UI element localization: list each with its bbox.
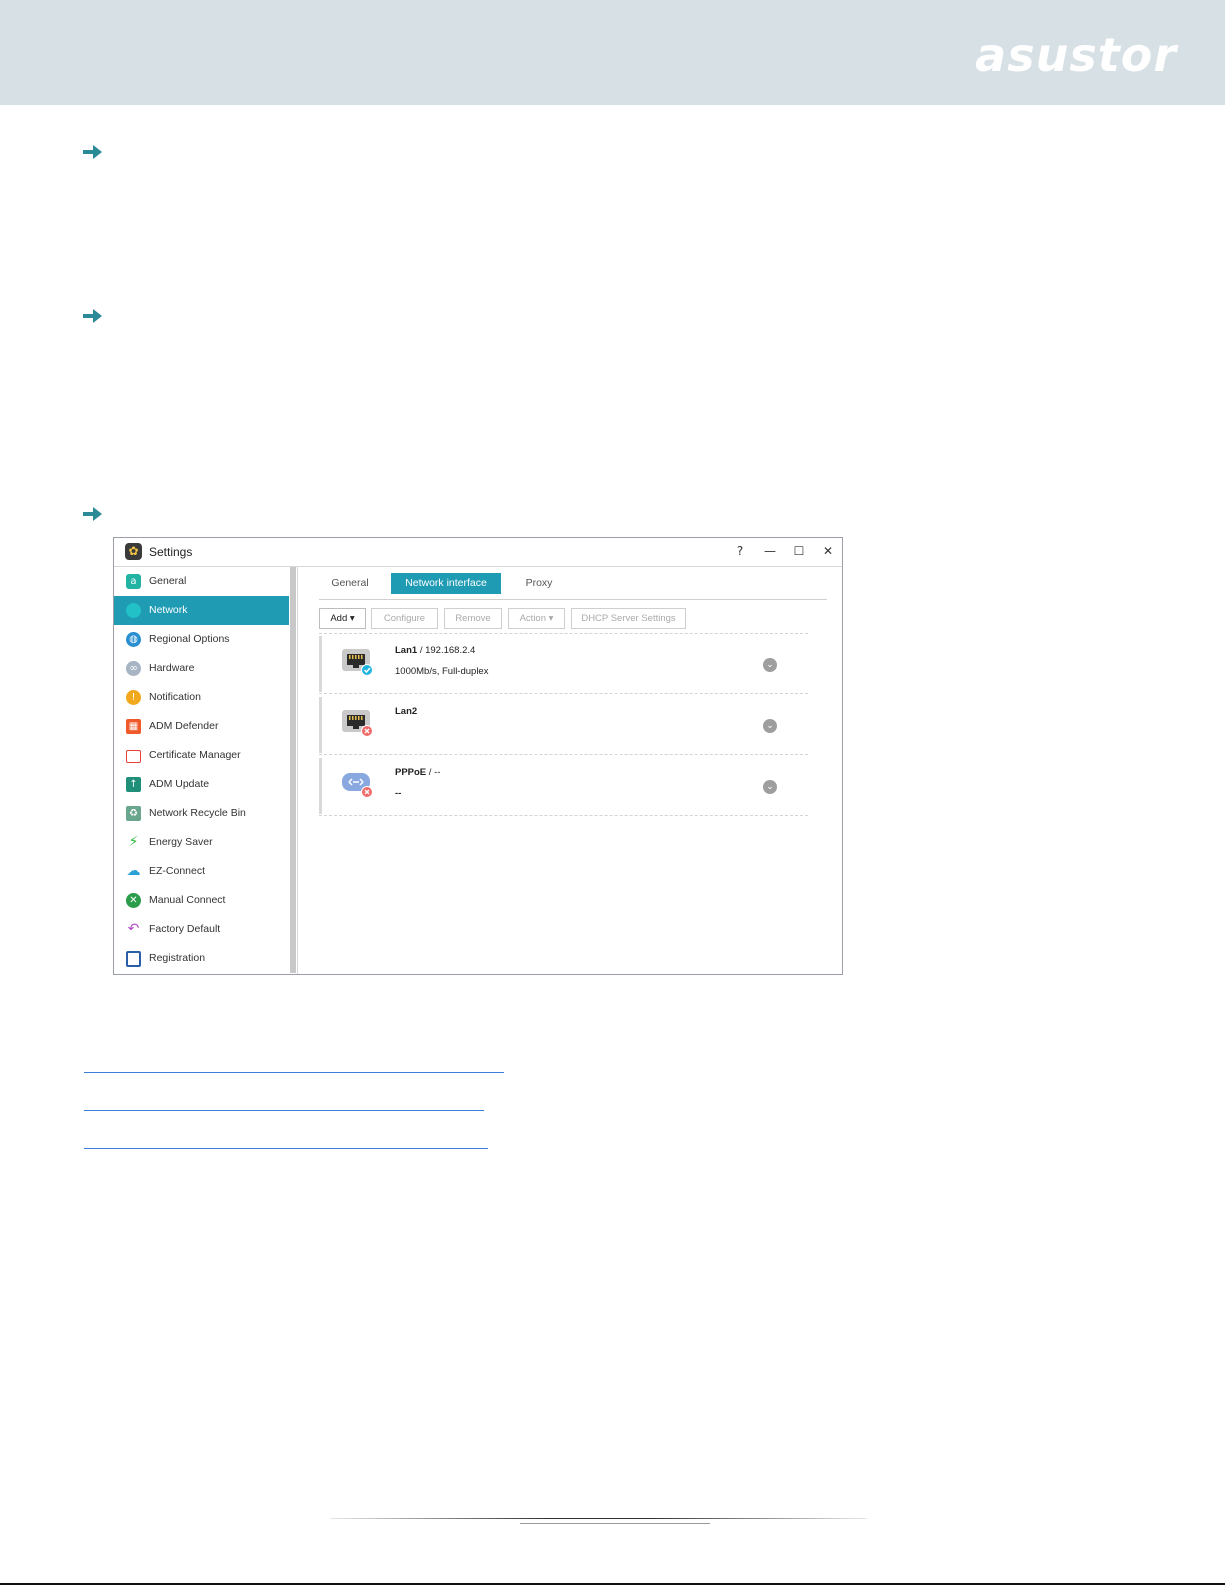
sidebar-item-adm-update[interactable]: ↑ ADM Update: [114, 770, 289, 799]
interface-address: / 192.168.2.4: [417, 645, 476, 656]
footer-divider: [330, 1518, 867, 1519]
sidebar-item-general[interactable]: a General: [114, 567, 289, 596]
interface-speed: 1000Mb/s, Full-duplex: [395, 666, 489, 677]
sidebar-item-certificate-manager[interactable]: Certificate Manager: [114, 741, 289, 770]
asustor-logo: asustor: [975, 28, 1177, 82]
sidebar-item-label: EZ-Connect: [149, 865, 206, 877]
row-indicator: [319, 697, 322, 753]
dhcp-server-settings-button[interactable]: DHCP Server Settings: [571, 608, 686, 629]
window-title: Settings: [149, 545, 193, 559]
list-item-lan2[interactable]: Lan2 ⌄: [319, 695, 808, 755]
settings-window: ✿ Settings ? — ☐ ✕ a General Network ◍ R…: [113, 537, 843, 975]
sidebar-item-label: Hardware: [149, 662, 195, 674]
undo-icon: ↶: [127, 921, 140, 937]
sidebar-item-manual-connect[interactable]: ✕ Manual Connect: [114, 886, 289, 915]
action-button[interactable]: Action ▾: [508, 608, 565, 629]
document-link[interactable]: [84, 1148, 488, 1149]
help-button[interactable]: ?: [729, 540, 751, 562]
energy-icon: ⚡: [128, 834, 139, 850]
sidebar-item-label: Regional Options: [149, 633, 230, 645]
sidebar-item-label: ADM Update: [149, 778, 210, 790]
tab-underline: [319, 599, 827, 600]
tab-general[interactable]: General: [319, 573, 381, 594]
sidebar-item-factory-default[interactable]: ↶ Factory Default: [114, 915, 289, 944]
sidebar-item-label: Manual Connect: [149, 894, 226, 906]
chevron-down-icon[interactable]: ⌄: [763, 658, 777, 672]
sidebar-scrollbar[interactable]: [290, 567, 296, 973]
recycle-bin-icon: ♻: [126, 806, 141, 821]
sidebar-divider: [297, 567, 298, 974]
settings-gear-icon: ✿: [125, 543, 142, 560]
window-titlebar: ✿ Settings ? — ☐ ✕: [114, 538, 842, 567]
sidebar-item-label: Certificate Manager: [149, 749, 241, 761]
section-arrow-icon: [83, 309, 102, 323]
interface-name: Lan1: [395, 645, 418, 656]
manual-connect-icon: ✕: [126, 893, 141, 908]
sidebar-item-label: Energy Saver: [149, 836, 213, 848]
list-item-lan1[interactable]: Lan1 / 192.168.2.4 1000Mb/s, Full-duplex…: [319, 634, 808, 694]
interface-title: PPPoE / --: [395, 767, 440, 778]
row-indicator: [319, 758, 322, 814]
interface-address: / --: [426, 767, 441, 778]
sidebar-item-regional-options[interactable]: ◍ Regional Options: [114, 625, 289, 654]
add-button[interactable]: Add ▾: [319, 608, 366, 629]
settings-sidebar: a General Network ◍ Regional Options ∞ H…: [114, 567, 290, 974]
regional-globe-icon: ◍: [126, 632, 141, 647]
tab-proxy[interactable]: Proxy: [511, 573, 567, 594]
configure-button[interactable]: Configure: [371, 608, 438, 629]
footer-divider: [520, 1523, 710, 1524]
sidebar-item-hardware[interactable]: ∞ Hardware: [114, 654, 289, 683]
interface-speed: --: [395, 788, 402, 799]
interface-name: Lan2: [395, 706, 418, 717]
document-link[interactable]: [84, 1110, 484, 1111]
sidebar-item-registration[interactable]: Registration: [114, 944, 289, 973]
sidebar-item-network[interactable]: Network: [114, 596, 289, 625]
sidebar-item-network-recycle-bin[interactable]: ♻ Network Recycle Bin: [114, 799, 289, 828]
document-link[interactable]: [84, 1072, 504, 1073]
chevron-down-icon[interactable]: ⌄: [763, 719, 777, 733]
clipboard-icon: [126, 951, 141, 967]
sidebar-item-notification[interactable]: ! Notification: [114, 683, 289, 712]
sidebar-item-energy-saver[interactable]: ⚡ Energy Saver: [114, 828, 289, 857]
sidebar-item-label: ADM Defender: [149, 720, 219, 732]
sidebar-item-label: Network Recycle Bin: [149, 807, 246, 819]
tab-network-interface[interactable]: Network interface: [391, 573, 501, 594]
interface-name: PPPoE: [395, 767, 427, 778]
minimize-button[interactable]: —: [759, 540, 781, 562]
list-item-pppoe[interactable]: PPPoE / -- -- ⌄: [319, 756, 808, 816]
alert-icon: !: [126, 690, 141, 705]
certificate-icon: [126, 750, 141, 763]
general-icon: a: [126, 574, 141, 589]
hardware-link-icon: ∞: [126, 661, 141, 676]
sidebar-item-label: Notification: [149, 691, 201, 703]
close-button[interactable]: ✕: [817, 540, 839, 562]
remove-button[interactable]: Remove: [444, 608, 502, 629]
sidebar-item-label: Network: [149, 604, 188, 616]
ethernet-port-icon: [342, 710, 373, 737]
sidebar-item-label: General: [149, 575, 187, 587]
interface-title: Lan1 / 192.168.2.4: [395, 645, 475, 656]
section-arrow-icon: [83, 507, 102, 521]
ethernet-port-icon: [342, 649, 373, 676]
chevron-down-icon[interactable]: ⌄: [763, 780, 777, 794]
pppoe-icon: [342, 773, 373, 798]
sidebar-item-ez-connect[interactable]: ☁ EZ-Connect: [114, 857, 289, 886]
section-arrow-icon: [83, 145, 102, 159]
firewall-icon: ▦: [126, 719, 141, 734]
page-header-banner: asustor: [0, 0, 1225, 105]
monitor-update-icon: ↑: [126, 777, 141, 792]
interface-title: Lan2: [395, 706, 417, 717]
sidebar-item-adm-defender[interactable]: ▦ ADM Defender: [114, 712, 289, 741]
row-indicator: [319, 636, 322, 692]
sidebar-item-label: Factory Default: [149, 923, 221, 935]
maximize-button[interactable]: ☐: [788, 540, 810, 562]
globe-icon: [126, 603, 141, 618]
cloud-upload-icon: ☁: [126, 863, 141, 879]
sidebar-item-label: Registration: [149, 952, 206, 964]
